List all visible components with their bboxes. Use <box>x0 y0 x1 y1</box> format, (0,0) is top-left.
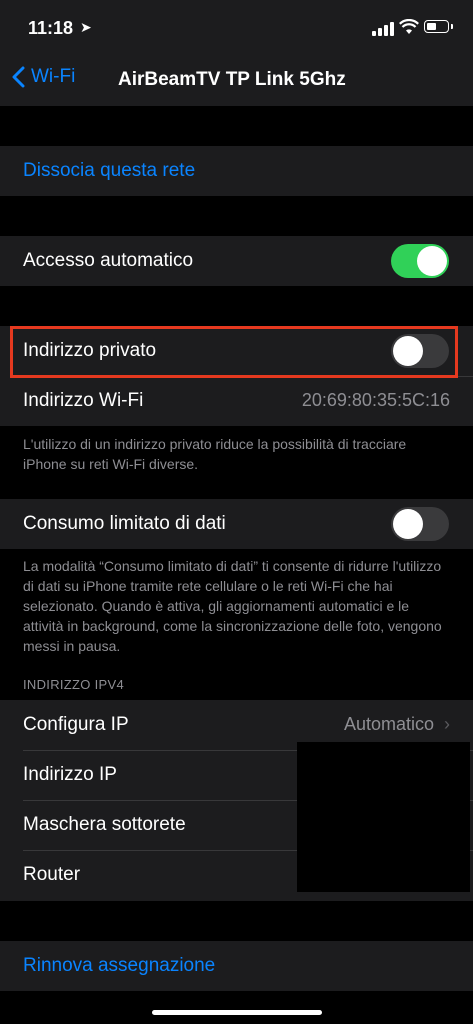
renew-lease-label: Rinnova assegnazione <box>23 955 216 976</box>
back-label: Wi-Fi <box>31 66 76 87</box>
status-time: 11:18 <box>28 18 74 38</box>
low-data-row: Consumo limitato di dati <box>0 499 473 549</box>
renew-lease-group: Rinnova assegnazione <box>0 941 473 991</box>
auto-join-label: Accesso automatico <box>23 250 194 271</box>
subnet-mask-label: Maschera sottorete <box>23 814 186 835</box>
forget-network-group: Dissocia questa rete <box>0 146 473 196</box>
wifi-icon <box>399 19 419 34</box>
low-data-group: Consumo limitato di dati <box>0 499 473 549</box>
location-arrow-icon: ➤ <box>80 19 92 35</box>
forget-network-button[interactable]: Dissocia questa rete <box>0 146 473 196</box>
battery-icon <box>424 20 453 33</box>
highlight-box <box>10 326 458 378</box>
low-data-toggle[interactable] <box>391 507 449 541</box>
private-address-note: L'utilizzo di un indirizzo privato riduc… <box>23 436 407 472</box>
configure-ip-value: Automatico › <box>343 714 450 734</box>
auto-join-toggle[interactable] <box>391 244 449 278</box>
page-title: AirBeamTV TP Link 5Ghz <box>118 69 346 90</box>
forget-network-label: Dissocia questa rete <box>23 160 196 181</box>
auto-join-group: Accesso automatico <box>0 236 473 286</box>
back-button[interactable]: Wi-Fi <box>12 66 75 88</box>
auto-join-row: Accesso automatico <box>0 236 473 286</box>
wifi-address-row: Indirizzo Wi-Fi 20:69:80:35:5C:16 <box>0 376 473 426</box>
navigation-bar: Wi-Fi AirBeamTV TP Link 5Ghz <box>0 56 473 106</box>
renew-lease-button[interactable]: Rinnova assegnazione <box>0 941 473 991</box>
low-data-note: La modalità “Consumo limitato di dati” t… <box>23 558 442 654</box>
chevron-left-icon <box>12 66 25 88</box>
ipv4-section-header: INDIRIZZO IPV4 <box>23 677 124 692</box>
cellular-signal-icon <box>372 22 396 36</box>
chevron-right-icon: › <box>444 714 450 734</box>
ip-address-label: Indirizzo IP <box>23 764 117 785</box>
status-bar: 11:18 ➤ <box>0 0 473 56</box>
router-label: Router <box>23 864 81 885</box>
configure-ip-label: Configura IP <box>23 714 129 735</box>
redaction-box <box>297 742 470 892</box>
wifi-address-label: Indirizzo Wi-Fi <box>23 390 144 411</box>
wifi-address-value: 20:69:80:35:5C:16 <box>301 390 450 410</box>
home-indicator <box>152 1010 322 1015</box>
low-data-label: Consumo limitato di dati <box>23 513 226 534</box>
